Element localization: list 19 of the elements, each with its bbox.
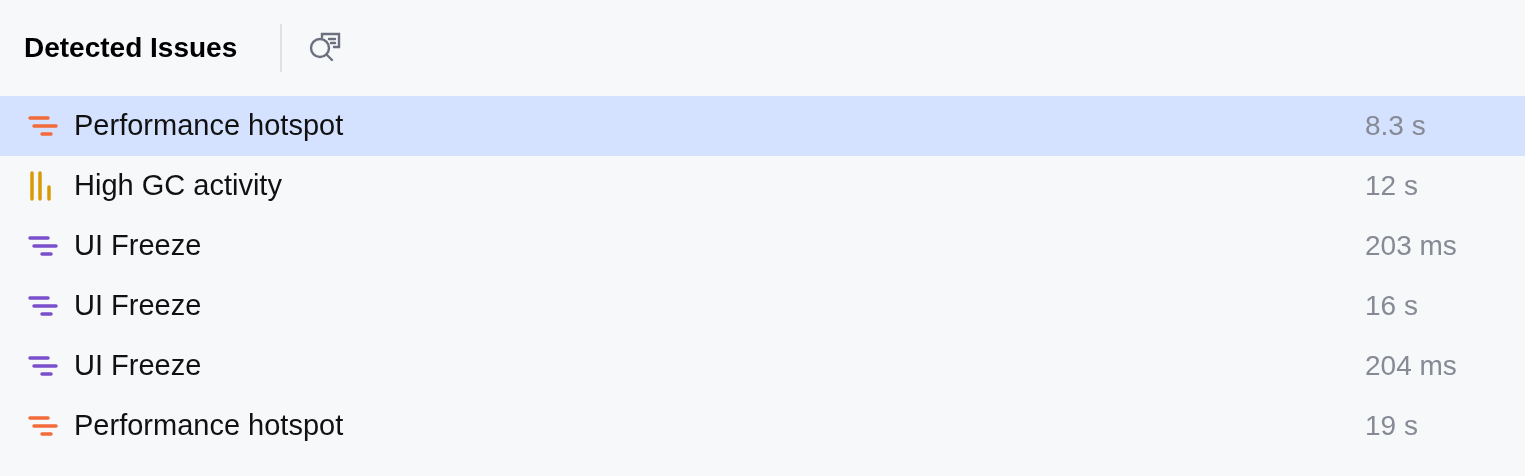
issue-row[interactable]: UI Freeze 203 ms [0,216,1525,276]
issue-label: UI Freeze [74,348,203,384]
issue-duration: 16 s [1365,289,1419,323]
issue-label: Performance hotspot [74,408,345,444]
issue-row[interactable]: Performance hotspot 19 s [0,396,1525,456]
issue-row[interactable]: High GC activity 12 s [0,156,1525,216]
issue-duration: 19 s [1365,409,1419,443]
issue-row[interactable]: Performance hotspot 8.3 s [0,96,1525,156]
issue-label: Performance hotspot [74,108,345,144]
issue-label: UI Freeze [74,228,203,264]
issue-duration: 12 s [1365,169,1419,203]
issue-row[interactable]: UI Freeze 204 ms [0,336,1525,396]
issue-label: UI Freeze [74,288,203,324]
panel-title: Detected Issues [24,31,238,65]
issue-duration: 8.3 s [1365,109,1427,143]
issue-duration: 203 ms [1365,229,1458,263]
issue-label: High GC activity [74,168,283,204]
issue-row[interactable]: UI Freeze 16 s [0,276,1525,336]
issue-duration: 204 ms [1365,349,1458,383]
